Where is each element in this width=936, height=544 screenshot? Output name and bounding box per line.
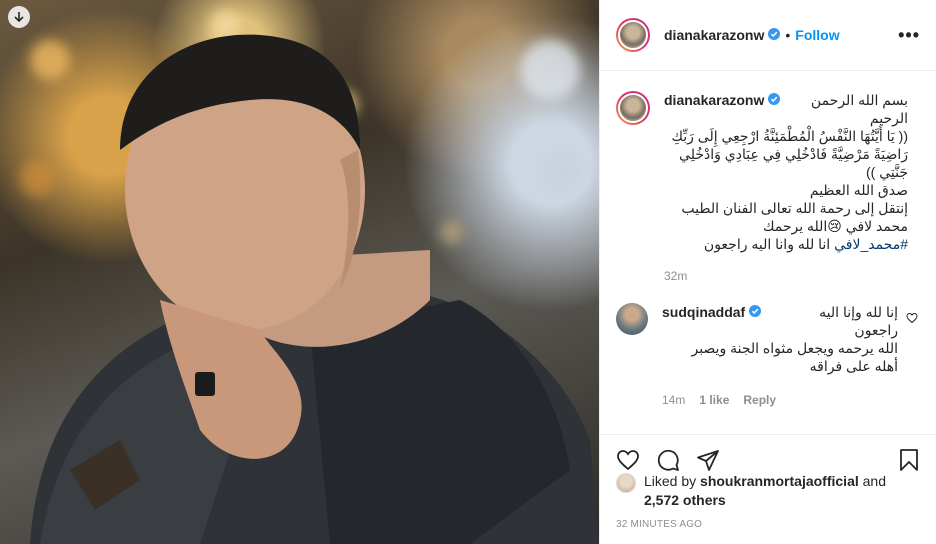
comment-time[interactable]: 14m (662, 393, 685, 407)
liker-username[interactable]: shoukranmortajaofficial (700, 473, 859, 489)
more-options-icon[interactable]: ••• (898, 25, 920, 46)
verified-badge-icon (768, 92, 781, 108)
caption-line: جَنَّتِي )) (866, 164, 908, 180)
share-icon[interactable] (696, 448, 720, 472)
caption-username[interactable]: dianakarazonw (664, 92, 764, 108)
likes-and: and (858, 473, 886, 489)
caption-line: رَاضِيَةً مَرْضِيَّةً فَادْخُلِي فِي عِب… (679, 146, 908, 162)
caption-first-line: بسم الله الرحمن (810, 92, 908, 108)
reply-button[interactable]: Reply (743, 393, 776, 407)
comment-meta: 14m 1 like Reply (662, 393, 898, 407)
comment-first-line: إنا لله وإنا اليه (819, 304, 898, 320)
post-sidebar: dianakarazonw • Follow ••• dianakarazonw… (599, 0, 936, 544)
caption-line: صدق الله العظيم (809, 182, 908, 198)
caption-hashtag-suffix: انا لله وانا اليه راجعون (703, 236, 835, 252)
comment-line: الله يرحمه ويجعل مثواه الجنة ويصبر (691, 340, 898, 356)
arrow-down-icon (14, 12, 24, 23)
portrait-illustration (30, 34, 599, 544)
caption-line: (( يَا أَيَّتُهَا النَّفْسُ الْمُطْمَئِن… (671, 128, 908, 144)
comment-likes[interactable]: 1 like (699, 393, 729, 407)
post-header: dianakarazonw • Follow ••• (600, 0, 936, 71)
caption-line: إنتقل إلى رحمة الله تعالى الفنان الطيب (681, 200, 908, 216)
liker-avatar[interactable] (616, 473, 636, 493)
like-comment-heart-icon[interactable] (906, 311, 918, 327)
post-photo[interactable] (0, 0, 599, 544)
caption: dianakarazonw بسم الله الرحمن الرحيم (( … (616, 91, 920, 283)
download-button[interactable] (8, 6, 30, 28)
verified-badge-icon (749, 304, 762, 320)
caption-line: محمد لافي 😢الله يرحمك (762, 218, 908, 234)
likes-summary: Liked by shoukranmortajaofficial and 2,5… (616, 472, 886, 510)
instagram-post: dianakarazonw • Follow ••• dianakarazonw… (0, 0, 936, 544)
commenter-username[interactable]: sudqinaddaf (662, 304, 745, 320)
likes-prefix: Liked by (644, 473, 701, 489)
comment-line: راجعون (854, 322, 898, 338)
comment: sudqinaddaf إنا لله وإنا اليه راجعون الل… (616, 303, 920, 407)
author-avatar[interactable] (616, 18, 650, 52)
caption-time[interactable]: 32m (664, 269, 908, 283)
bookmark-icon[interactable] (897, 448, 921, 472)
hashtag-link[interactable]: #محمد_لافي (834, 236, 908, 252)
likes-count[interactable]: 2,572 others (644, 492, 726, 508)
follow-button[interactable]: Follow (795, 27, 839, 43)
commenter-avatar[interactable] (616, 303, 648, 335)
caption-hashtag-line: #محمد_لافي انا لله وانا اليه راجعون (664, 235, 908, 253)
author-username[interactable]: dianakarazonw (664, 27, 764, 43)
caption-line: الرحيم (869, 110, 908, 126)
comment-line: أهله على فراقه (809, 358, 898, 374)
heart-icon[interactable] (616, 448, 640, 472)
comment-icon[interactable] (656, 448, 680, 472)
separator-dot: • (785, 27, 791, 43)
post-timestamp[interactable]: 32 minutes ago (616, 519, 702, 530)
caption-avatar[interactable] (616, 91, 650, 125)
verified-badge-icon (768, 27, 781, 43)
